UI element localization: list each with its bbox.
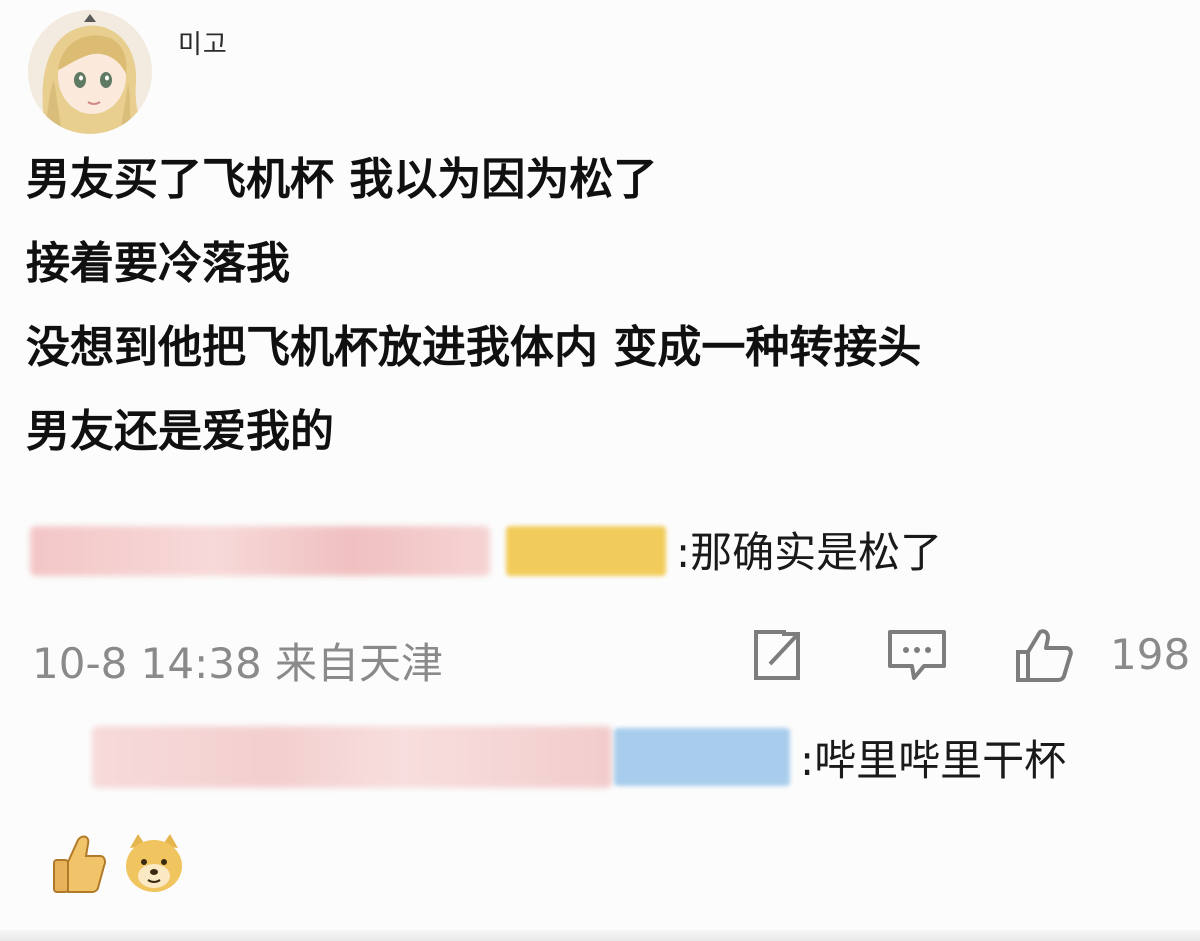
like-icon[interactable] <box>1010 624 1076 690</box>
post-line: 男友买了飞机杯 我以为因为松了 <box>26 154 658 205</box>
post-line: 男友还是爱我的 <box>26 406 334 457</box>
post-body: 男友买了飞机杯 我以为因为松了 接着要冷落我 没想到他把飞机杯放进我体内 变成一… <box>26 158 1200 494</box>
blurred-badge <box>506 526 666 576</box>
post-line: 没想到他把飞机杯放进我体内 变成一种转接头 <box>26 322 922 373</box>
weibo-post-screenshot: 미고 男友买了飞机杯 我以为因为松了 接着要冷落我 没想到他把飞机杯放进我体内 … <box>0 0 1200 941</box>
post-line: 接着要冷落我 <box>26 238 290 289</box>
thumbs-up-emoji-icon <box>50 830 108 900</box>
share-icon[interactable] <box>746 624 808 690</box>
doge-emoji-icon <box>122 830 186 898</box>
comment-meta-row: 10-8 14:38 来自天津 198 <box>0 620 1200 690</box>
comment-text: :哔里哔里干杯 <box>800 736 1067 785</box>
username[interactable]: 미고 <box>178 24 228 61</box>
blurred-commenter-name[interactable] <box>30 526 490 576</box>
like-count: 198 <box>1110 630 1191 679</box>
blurred-commenter-name[interactable] <box>92 726 612 788</box>
comment-icon[interactable] <box>884 624 950 690</box>
avatar[interactable] <box>28 10 152 134</box>
anime-girl-avatar-icon <box>28 10 152 134</box>
comment-text: :那确实是松了 <box>676 528 943 577</box>
blurred-badge <box>614 728 790 786</box>
timestamp-location: 10-8 14:38 来自天津 <box>32 639 444 688</box>
next-item-edge <box>0 930 1200 941</box>
